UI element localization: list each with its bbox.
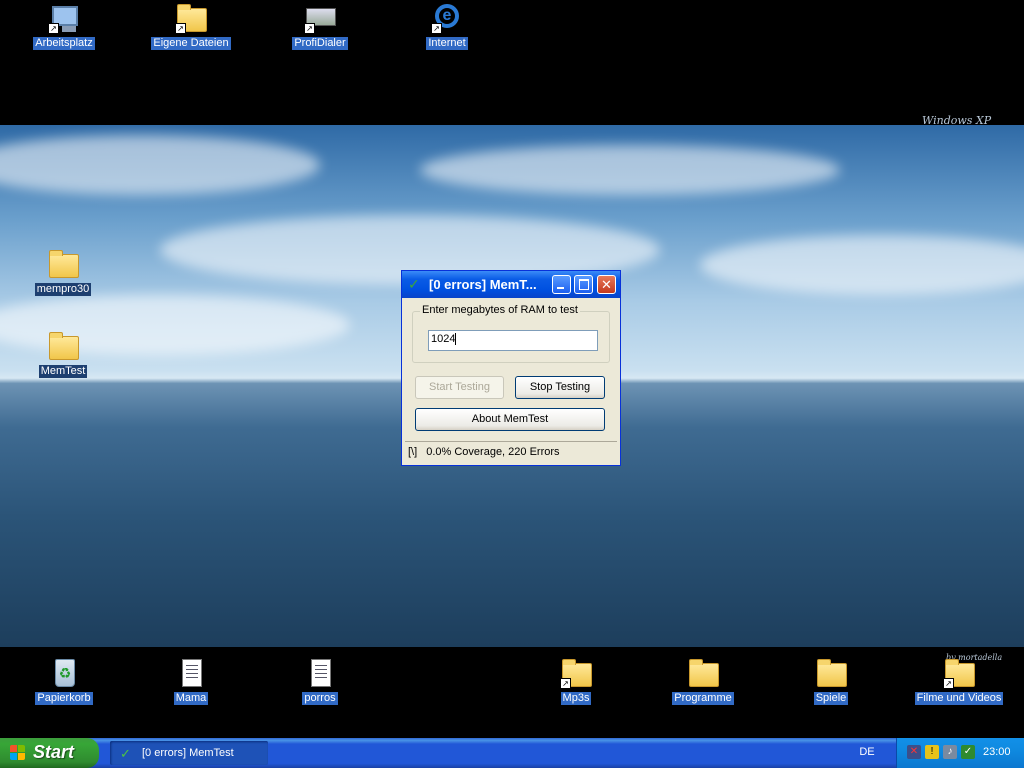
close-button[interactable]: ✕ bbox=[597, 275, 616, 294]
maximize-button[interactable] bbox=[574, 275, 593, 294]
shortcut-arrow-icon: ↗ bbox=[560, 678, 571, 689]
desktop-icon-label: Programme bbox=[672, 692, 734, 705]
network-disconnected-icon[interactable]: ✕ bbox=[907, 745, 921, 759]
ram-input-value: 1024 bbox=[431, 333, 457, 345]
ram-group-label: Enter megabytes of RAM to test bbox=[420, 304, 580, 316]
window-titlebar[interactable]: ✓ [0 errors] MemT... ✕ bbox=[402, 271, 620, 298]
ram-megabytes-input[interactable]: 1024 bbox=[428, 330, 598, 351]
shortcut-arrow-icon: ↗ bbox=[304, 23, 315, 34]
desktop-icon-spiele[interactable]: Spiele bbox=[786, 657, 876, 705]
desktop-icon-label: Internet bbox=[426, 37, 468, 50]
folder-icon bbox=[49, 332, 79, 360]
speaker-icon[interactable]: ♪ bbox=[943, 745, 957, 759]
desktop-icon-eigene-dateien[interactable]: ↗ Eigene Dateien bbox=[146, 2, 236, 50]
desktop-icon-label: mempro30 bbox=[34, 283, 92, 296]
text-document-icon bbox=[182, 659, 202, 687]
desktop-icon-label: MemTest bbox=[38, 365, 88, 378]
recycle-bin-icon: ♻ bbox=[55, 659, 75, 687]
status-text: 0.0% Coverage, 220 Errors bbox=[426, 446, 560, 458]
desktop-icon-label: porros bbox=[302, 692, 338, 705]
desktop-icon-memtest[interactable]: MemTest bbox=[18, 330, 108, 378]
system-tray: ✕ ! ♪ ✓ 23:00 bbox=[896, 738, 1024, 768]
shortcut-arrow-icon: ↗ bbox=[431, 23, 442, 34]
desktop-icon-label: Spiele bbox=[813, 692, 849, 705]
status-bar: [\] 0.0% Coverage, 220 Errors bbox=[405, 441, 617, 464]
text-document-icon bbox=[311, 659, 331, 687]
memtest-app-icon[interactable]: ✓ bbox=[408, 277, 422, 291]
desktop-icon-internet[interactable]: e ↗ Internet bbox=[402, 2, 492, 50]
desktop-icon-programme[interactable]: Programme bbox=[658, 657, 748, 705]
desktop-icon-mempro30[interactable]: mempro30 bbox=[18, 248, 108, 296]
memtest-tray-icon[interactable]: ✓ bbox=[961, 745, 975, 759]
clock[interactable]: 23:00 bbox=[983, 746, 1011, 758]
window-title: [0 errors] MemT... bbox=[429, 277, 537, 292]
desktop-icon-label: Papierkorb bbox=[35, 692, 93, 705]
desktop-icon-profidialer[interactable]: ↗ ProfiDialer bbox=[275, 2, 365, 50]
minimize-button[interactable] bbox=[552, 275, 571, 294]
start-testing-button[interactable]: Start Testing bbox=[415, 376, 504, 399]
desktop-icon-mama[interactable]: Mama bbox=[146, 657, 236, 705]
folder-icon bbox=[49, 250, 79, 278]
close-icon: ✕ bbox=[601, 277, 612, 292]
language-indicator[interactable]: DE bbox=[856, 744, 878, 760]
cloud bbox=[420, 145, 840, 195]
wallpaper-watermark: Windows XP bbox=[922, 114, 992, 127]
shortcut-arrow-icon: ↗ bbox=[943, 678, 954, 689]
start-button[interactable]: Start bbox=[0, 738, 99, 768]
desktop-icon-label: ProfiDialer bbox=[292, 37, 348, 50]
desktop-icon-filme-und-videos[interactable]: ↗ Filme und Videos bbox=[914, 657, 1004, 705]
cloud bbox=[0, 135, 320, 195]
desktop-icon-label: Mp3s bbox=[560, 692, 592, 705]
windows-logo-icon bbox=[10, 745, 26, 761]
desktop-icon-arbeitsplatz[interactable]: ↗ Arbeitsplatz bbox=[19, 2, 109, 50]
desktop-icon-mp3s[interactable]: ↗ Mp3s bbox=[531, 657, 621, 705]
desktop-icon-porros[interactable]: porros bbox=[275, 657, 365, 705]
stop-testing-button[interactable]: Stop Testing bbox=[515, 376, 605, 399]
security-warning-icon[interactable]: ! bbox=[925, 745, 939, 759]
desktop-icon-label: Mama bbox=[173, 692, 209, 705]
shortcut-arrow-icon: ↗ bbox=[175, 23, 186, 34]
memtest-app-icon: ✓ bbox=[120, 746, 131, 761]
start-label: Start bbox=[33, 742, 75, 762]
cloud bbox=[700, 235, 1024, 295]
ram-groupbox: Enter megabytes of RAM to test 1024 bbox=[412, 304, 610, 363]
desktop-icon-papierkorb[interactable]: ♻ Papierkorb bbox=[19, 657, 109, 705]
desktop-icon-label: Eigene Dateien bbox=[151, 37, 231, 50]
status-spinner: [\] bbox=[408, 446, 418, 458]
shortcut-arrow-icon: ↗ bbox=[48, 23, 59, 34]
taskbar-button-label: [0 errors] MemTest bbox=[142, 747, 234, 759]
taskbar: Start ✓ [0 errors] MemTest DE ✕ ! ♪ ✓ 23… bbox=[0, 738, 1024, 768]
desktop-icon-label: Filme und Videos bbox=[914, 692, 1004, 705]
folder-icon bbox=[689, 659, 719, 687]
taskbar-button-memtest[interactable]: ✓ [0 errors] MemTest bbox=[110, 741, 268, 765]
about-memtest-button[interactable]: About MemTest bbox=[415, 408, 605, 431]
memtest-window: ✓ [0 errors] MemT... ✕ Enter megabytes o… bbox=[401, 270, 621, 466]
desktop-icon-label: Arbeitsplatz bbox=[33, 37, 95, 50]
folder-icon bbox=[817, 659, 847, 687]
